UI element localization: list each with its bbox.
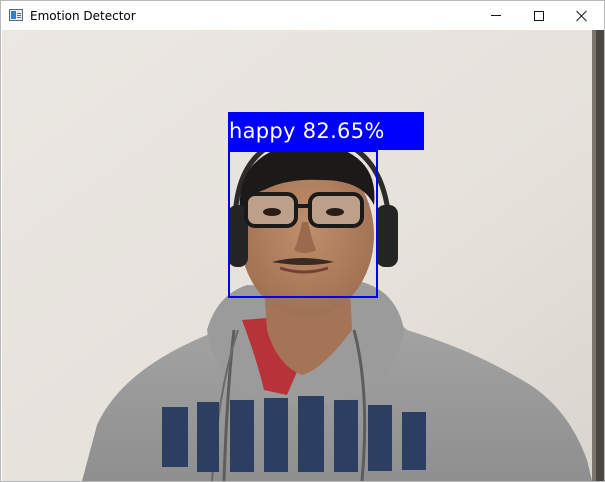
close-icon [576, 10, 588, 22]
camera-feed: happy 82.65% [2, 30, 604, 481]
minimize-button[interactable] [473, 1, 519, 30]
window-title: Emotion Detector [30, 9, 136, 23]
app-window-icon [9, 9, 23, 21]
title-bar[interactable]: Emotion Detector [1, 1, 604, 30]
close-button[interactable] [559, 1, 605, 30]
minimize-icon [491, 15, 501, 16]
maximize-button[interactable] [516, 1, 562, 30]
maximize-icon [534, 10, 544, 21]
detection-label: happy 82.65% [229, 119, 385, 143]
face-bounding-box [228, 150, 378, 298]
app-window: Emotion Detector happy 82.65% [0, 0, 605, 482]
